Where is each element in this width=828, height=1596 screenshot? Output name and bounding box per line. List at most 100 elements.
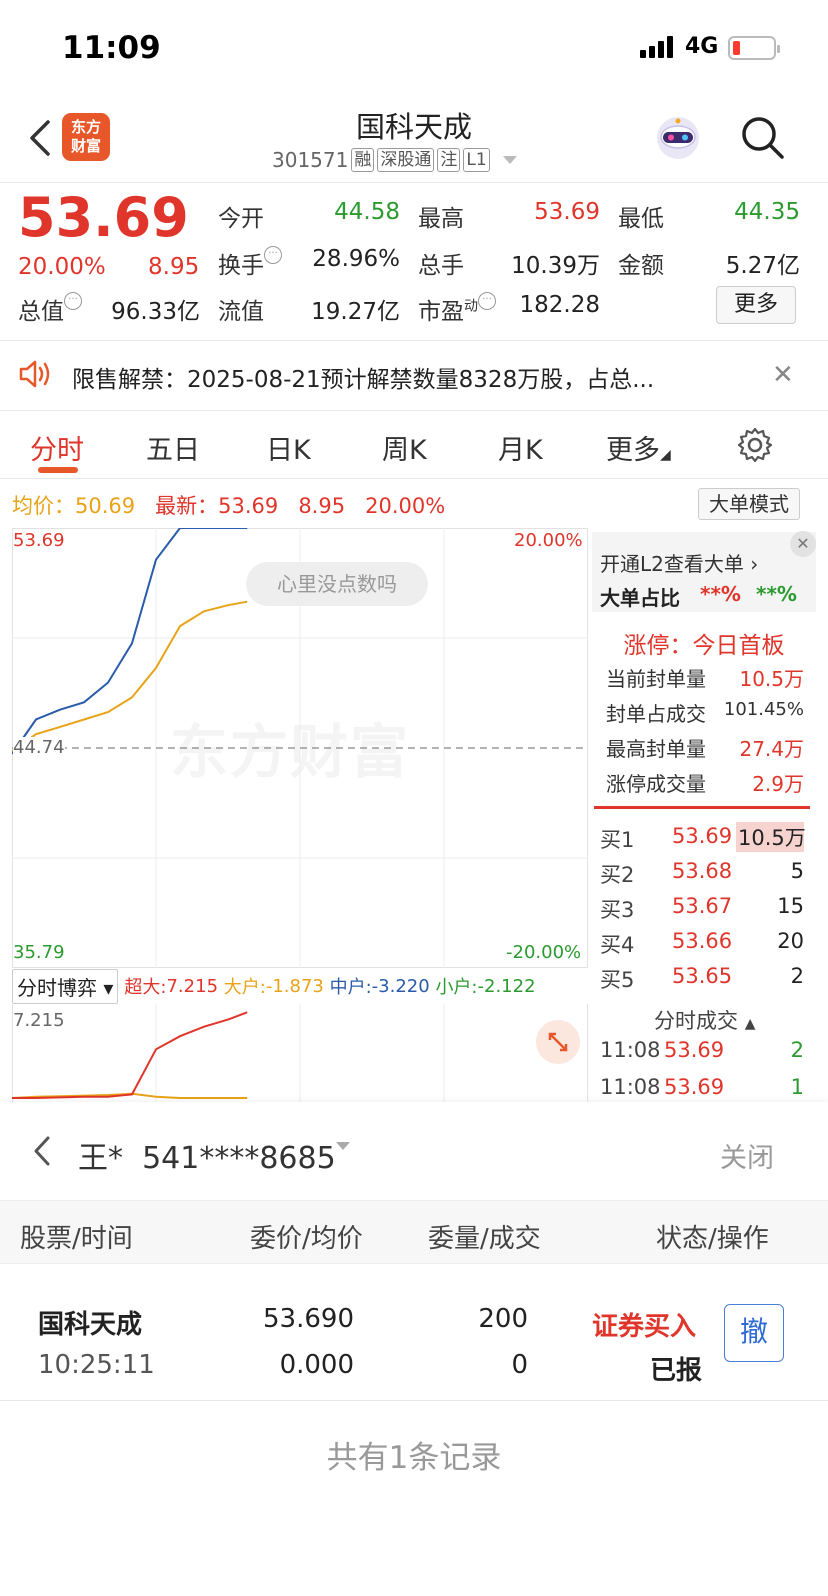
close-icon[interactable]: ✕ xyxy=(790,531,816,557)
l2-promo-link[interactable]: 开通L2查看大单 › xyxy=(600,548,758,577)
pct-axis-top: 20.00% xyxy=(514,530,583,551)
volume-value: 10.39万 xyxy=(511,253,600,279)
pe-value: 182.28 xyxy=(519,292,600,318)
status-time: 11:09 xyxy=(62,30,161,66)
total-records: 共有1条记录 xyxy=(326,1440,502,1476)
more-quote-button[interactable]: 更多 xyxy=(716,286,796,324)
low-label: 最低 xyxy=(618,206,664,232)
order-avg-price: 0.000 xyxy=(279,1350,354,1380)
capital-flow-bar: 分时博弈 ▾ 超大: 7.215 大户: -1.873 中户: -3.220 小户: -… xyxy=(12,968,588,1004)
flow-mode-select[interactable]: 分时博弈 ▾ xyxy=(12,968,119,1004)
notice-divider xyxy=(0,410,828,411)
network-type: 4G xyxy=(685,34,719,59)
account-selector[interactable]: 王* 541****8685 xyxy=(78,1133,336,1177)
stock-name: 国科天成 xyxy=(355,110,472,144)
info-icon[interactable]: ··· xyxy=(478,292,496,310)
close-button[interactable]: 关闭 xyxy=(720,1136,774,1175)
limit-row-label: 当前封单量 xyxy=(606,667,706,691)
bid-price: 53.67 xyxy=(672,894,733,918)
tick-time: 11:08 xyxy=(600,1038,661,1062)
chevron-down-icon xyxy=(336,1142,350,1150)
col-stock-time: 股票/时间 xyxy=(20,1224,133,1254)
capital-flow-plot xyxy=(12,1004,445,1102)
limit-up-title: 涨停：今日首板 xyxy=(623,633,785,659)
close-icon[interactable]: ✕ xyxy=(772,360,794,390)
ticks-title[interactable]: 分时成交 ▲ xyxy=(654,1005,755,1035)
unlock-notice[interactable]: 限售解禁：2025-08-21预计解禁数量8328万股，占总... xyxy=(72,360,654,394)
tab-weekly-k[interactable]: 周K xyxy=(382,428,427,467)
robot-assistant-icon[interactable] xyxy=(655,115,701,161)
stock-code: 301571 xyxy=(272,148,349,172)
change-percent: 20.00% xyxy=(18,254,106,280)
tab-monthly-k[interactable]: 月K xyxy=(498,428,543,467)
tag-connect: 深股通 xyxy=(377,148,435,172)
limit-divider xyxy=(594,806,810,809)
mktcap-value: 96.33亿 xyxy=(111,299,200,325)
back-icon[interactable] xyxy=(28,1132,56,1170)
signal-icon xyxy=(640,36,673,58)
limit-row-value: 27.4万 xyxy=(739,737,804,761)
amount-label: 金额 xyxy=(618,253,664,279)
bid-label: 买3 xyxy=(600,898,635,922)
flow-y-top: 7.215 xyxy=(13,1010,65,1031)
header-divider xyxy=(0,182,828,183)
tab-five-day[interactable]: 五日 xyxy=(146,428,200,467)
avg-price-line xyxy=(12,600,248,753)
amount-value: 5.27亿 xyxy=(725,253,800,279)
search-icon[interactable] xyxy=(738,113,786,161)
order-type: 证券买入 xyxy=(592,1312,697,1342)
turnover-value: 28.96% xyxy=(312,246,400,272)
col-status-action: 状态/操作 xyxy=(656,1224,769,1254)
tab-intraday[interactable]: 分时 xyxy=(30,428,84,467)
pct-axis-bottom: -20.00% xyxy=(506,942,582,963)
open-value: 44.58 xyxy=(334,199,400,225)
bid-price: 53.65 xyxy=(672,964,733,988)
tabs-divider xyxy=(0,478,828,479)
stock-subtitle[interactable]: 301571 融 深股通 注 L1 xyxy=(272,148,517,172)
tick-price: 53.69 xyxy=(664,1075,725,1099)
row-divider xyxy=(0,1400,828,1401)
tick-time: 11:08 xyxy=(600,1075,661,1099)
battery-icon xyxy=(728,36,780,60)
limit-row-value: 101.45% xyxy=(723,699,804,720)
tab-more[interactable]: 更多◢ xyxy=(606,428,671,467)
settings-gear-icon[interactable] xyxy=(736,426,774,464)
tick-price: 53.69 xyxy=(664,1038,725,1062)
bid-qty: 10.5万 xyxy=(736,822,806,852)
change-amount: 8.95 xyxy=(148,254,200,280)
y-axis-mid: 44.74 xyxy=(13,737,65,758)
col-price-avg: 委价/均价 xyxy=(250,1224,363,1254)
bid-price: 53.66 xyxy=(672,929,733,953)
tag-registered: 注 xyxy=(437,148,461,172)
bid-qty: 15 xyxy=(777,894,804,918)
intraday-info: 均价：50.69 最新：53.69 8.95 20.00% xyxy=(12,494,446,518)
high-value: 53.69 xyxy=(534,199,600,225)
col-qty-filled: 委量/成交 xyxy=(428,1224,541,1254)
mktcap-label[interactable]: 总值 ··· xyxy=(18,292,82,326)
cancel-order-button[interactable]: 撤 xyxy=(724,1304,784,1362)
chevron-down-icon xyxy=(502,156,517,164)
info-icon[interactable]: ··· xyxy=(264,246,282,264)
bid-qty: 5 xyxy=(790,859,804,883)
order-status: 已报 xyxy=(650,1356,703,1386)
tab-daily-k[interactable]: 日K xyxy=(266,428,311,467)
order-filled: 0 xyxy=(511,1350,528,1380)
limit-row-value: 2.9万 xyxy=(752,772,804,796)
big-order-mode-button[interactable]: 大单模式 xyxy=(698,488,800,520)
volume-label: 总手 xyxy=(418,253,464,279)
last-price: 53.69 xyxy=(18,186,189,249)
quote-divider xyxy=(0,340,828,341)
bid-qty: 2 xyxy=(790,964,804,988)
bid-label: 买5 xyxy=(600,968,635,992)
pe-label[interactable]: 市盈动 ··· xyxy=(418,292,496,326)
info-icon[interactable]: ··· xyxy=(64,292,82,310)
bid-price: 53.68 xyxy=(672,859,733,883)
limit-row-value: 10.5万 xyxy=(739,667,804,691)
bid-qty: 20 xyxy=(777,929,804,953)
expand-icon[interactable] xyxy=(536,1020,580,1064)
turnover-label[interactable]: 换手 ··· xyxy=(218,246,282,280)
float-label: 流值 xyxy=(218,299,264,325)
bid-label: 买2 xyxy=(600,863,635,887)
comment-bubble[interactable]: 心里没点数吗 xyxy=(246,562,428,606)
limit-row-label: 涨停成交量 xyxy=(606,772,706,796)
